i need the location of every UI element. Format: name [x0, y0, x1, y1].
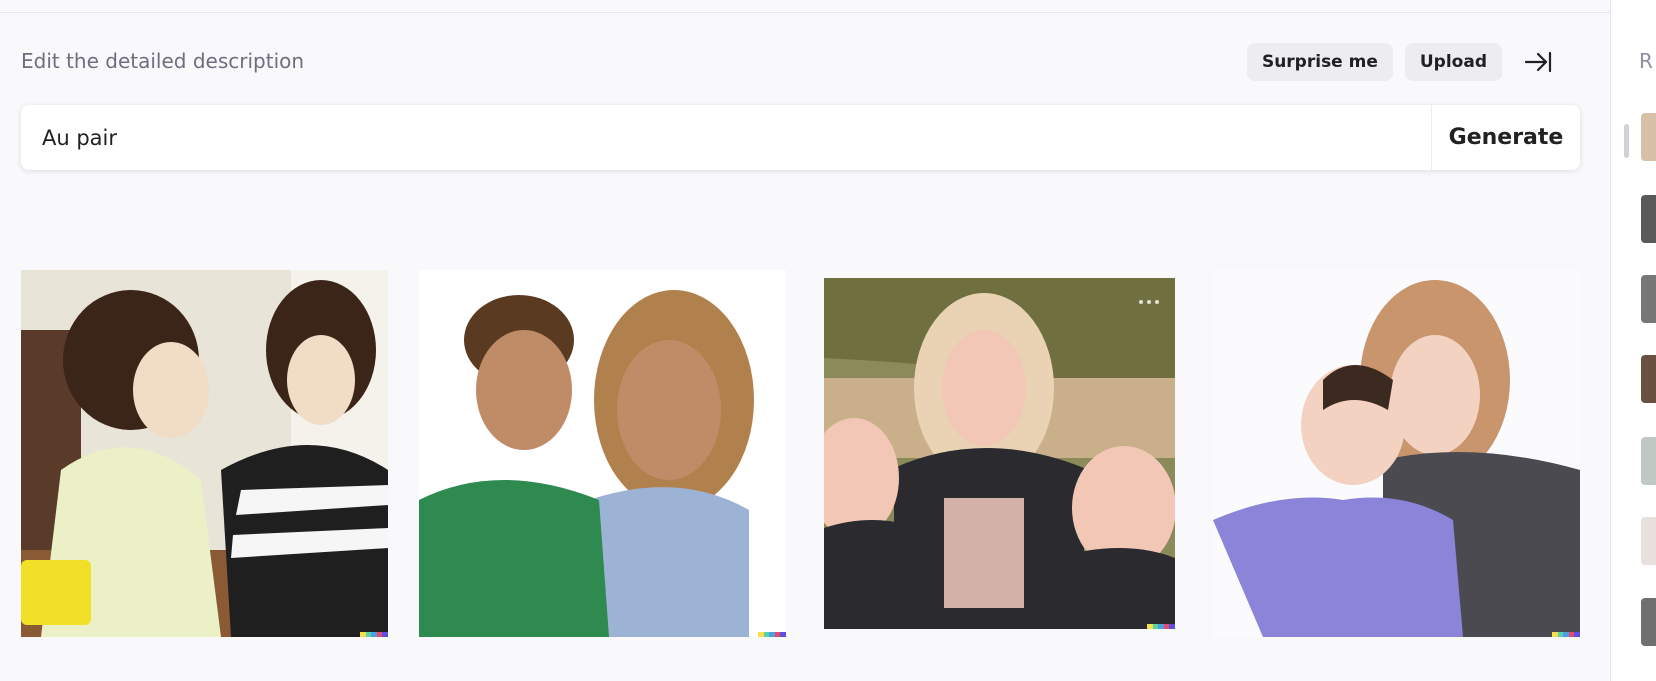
result-image-1[interactable] [21, 270, 388, 637]
history-thumbnail[interactable] [1641, 113, 1656, 161]
image-1-illustration [21, 270, 388, 637]
history-thumbnail[interactable] [1641, 598, 1656, 646]
image-4-illustration [1213, 270, 1580, 637]
results-gallery [0, 13, 1610, 681]
result-image-2[interactable] [419, 270, 786, 637]
sidebar-scrollbar[interactable] [1624, 124, 1629, 158]
result-image-3[interactable] [824, 278, 1175, 629]
history-thumbnail[interactable] [1641, 275, 1656, 323]
more-options-icon[interactable] [1139, 300, 1159, 304]
top-divider [0, 0, 1610, 13]
image-2-illustration [419, 270, 786, 637]
result-image-4[interactable] [1213, 270, 1580, 637]
history-thumbnail[interactable] [1641, 517, 1656, 565]
history-thumbnail[interactable] [1641, 355, 1656, 403]
image-3-illustration [824, 278, 1175, 629]
image-4-signature [1552, 632, 1580, 637]
main-panel: Edit the detailed description Surprise m… [0, 13, 1610, 681]
image-2-signature [758, 632, 786, 637]
image-3-signature [1147, 624, 1175, 629]
history-sidebar: R [1610, 0, 1656, 681]
history-thumbnail[interactable] [1641, 195, 1656, 243]
sidebar-heading: R [1639, 49, 1653, 73]
image-1-signature [360, 632, 388, 637]
history-thumbnail[interactable] [1641, 437, 1656, 485]
